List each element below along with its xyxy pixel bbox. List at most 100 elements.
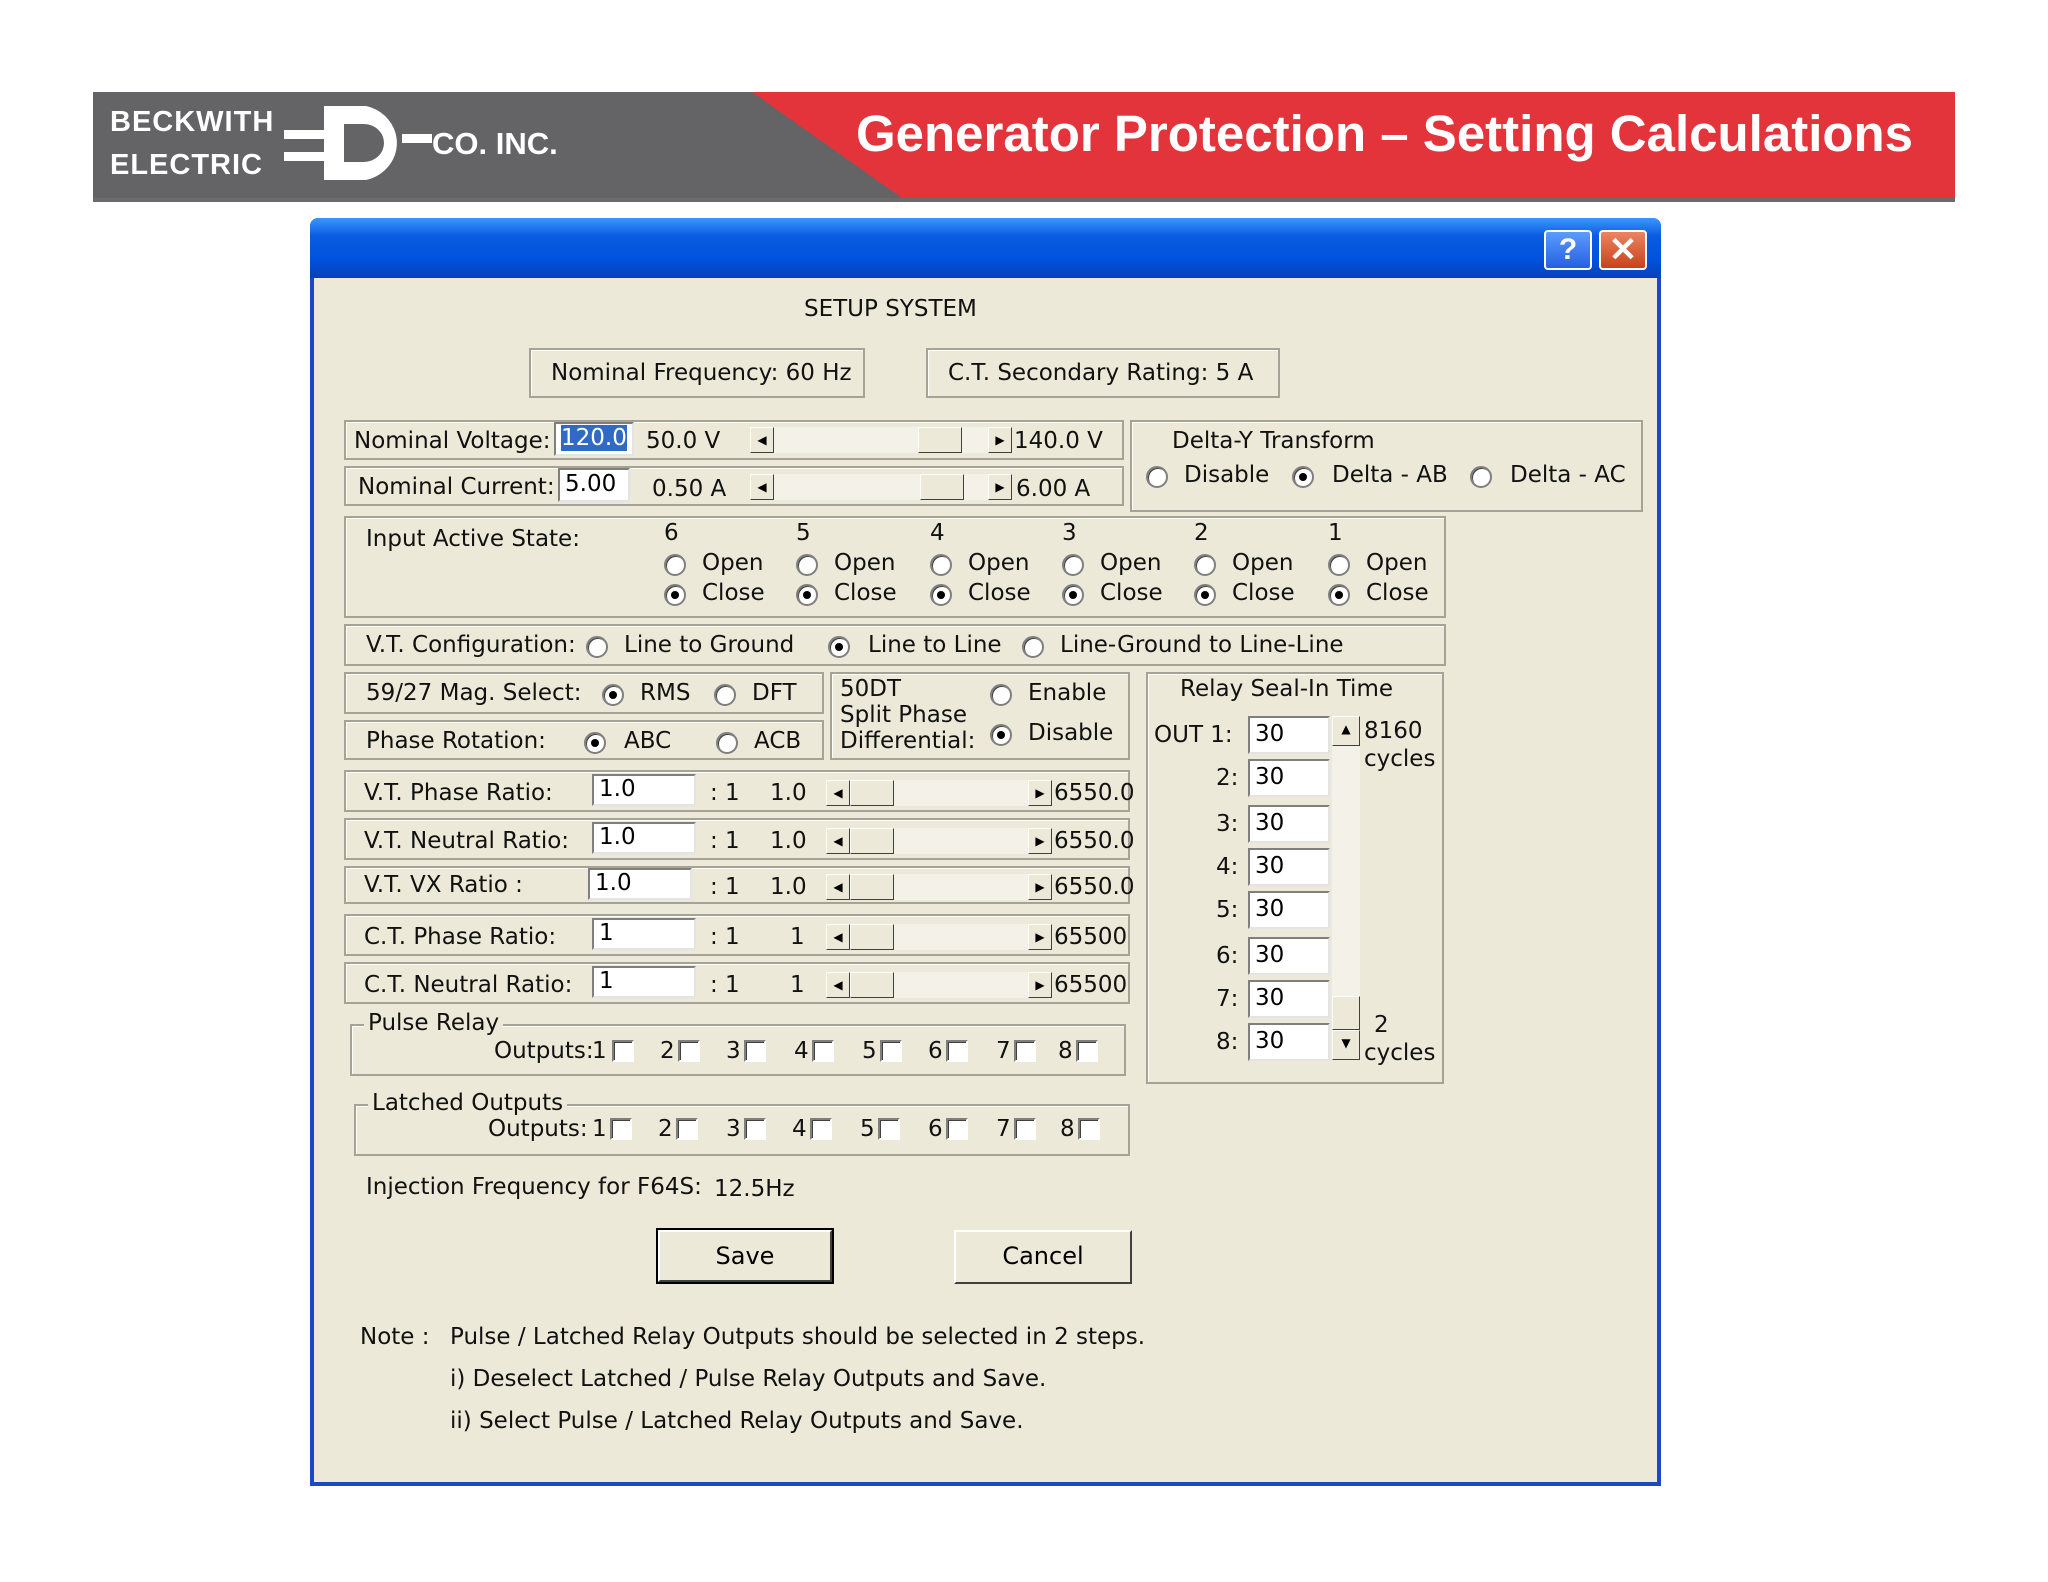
scroll-left-icon[interactable]: ◀ (826, 924, 850, 950)
scroll-right-icon[interactable]: ▶ (1028, 924, 1052, 950)
phase-acb-radio[interactable] (716, 732, 738, 754)
input-3-close-radio[interactable] (1062, 584, 1084, 606)
latched-output-5-checkbox[interactable] (878, 1118, 900, 1140)
ct-phase-ratio-slider[interactable]: ◀ ▶ (826, 924, 1052, 950)
slider-thumb[interactable] (850, 780, 894, 806)
delta-y-disable-radio[interactable] (1146, 466, 1168, 488)
delta-y-transform-group: Delta-Y Transform Disable Delta - AB Del… (1130, 420, 1643, 512)
scroll-left-icon[interactable]: ◀ (826, 972, 850, 998)
pulse-output-3-checkbox[interactable] (744, 1040, 766, 1062)
pulse-output-7-checkbox[interactable] (1014, 1040, 1036, 1062)
latched-output-1-checkbox[interactable] (610, 1118, 632, 1140)
pulse-output-1-checkbox[interactable] (612, 1040, 634, 1062)
nominal-current-slider[interactable]: ◀ ▶ (750, 474, 1012, 500)
scroll-left-icon[interactable]: ◀ (826, 780, 850, 806)
nominal-current-input[interactable]: 5.00 (558, 468, 630, 502)
latched-output-3-checkbox[interactable] (744, 1118, 766, 1140)
save-button[interactable]: Save (656, 1228, 834, 1284)
scroll-left-icon[interactable]: ◀ (826, 828, 850, 854)
input-3-open-radio[interactable] (1062, 554, 1084, 576)
latched-output-8-checkbox[interactable] (1078, 1118, 1100, 1140)
pulse-output-6-checkbox[interactable] (946, 1040, 968, 1062)
pulse-output-4-checkbox[interactable] (812, 1040, 834, 1062)
slider-thumb[interactable] (850, 924, 894, 950)
latched-output-4-checkbox[interactable] (810, 1118, 832, 1140)
latched-output-2-checkbox[interactable] (676, 1118, 698, 1140)
phase-abc-radio[interactable] (584, 732, 606, 754)
ct-neutral-ratio-input[interactable]: 1 (592, 966, 696, 998)
seal-in-out7-input[interactable]: 30 (1248, 980, 1330, 1018)
seal-in-out1-label: OUT 1: (1154, 722, 1233, 748)
input-6-close-label: Close (702, 580, 765, 606)
pulse-output-8-checkbox[interactable] (1076, 1040, 1098, 1062)
scroll-right-icon[interactable]: ▶ (988, 474, 1012, 500)
seal-in-out8-input[interactable]: 30 (1248, 1023, 1330, 1061)
vt-line-ground-to-line-line-radio[interactable] (1022, 636, 1044, 658)
vt-line-to-line-radio[interactable] (828, 636, 850, 658)
vt-line-ground-to-line-line-label: Line-Ground to Line-Line (1060, 632, 1344, 658)
input-2-close-radio[interactable] (1194, 584, 1216, 606)
nominal-current-row: Nominal Current: 5.00 0.50 A ◀ ▶ 6.00 A (344, 466, 1124, 506)
vt-phase-ratio-slider[interactable]: ◀ ▶ (826, 780, 1052, 806)
input-5-open-radio[interactable] (796, 554, 818, 576)
ct-neutral-ratio-slider[interactable]: ◀ ▶ (826, 972, 1052, 998)
seal-in-out6-input[interactable]: 30 (1248, 937, 1330, 975)
vt-neutral-ratio-slider[interactable]: ◀ ▶ (826, 828, 1052, 854)
close-button[interactable]: ✕ (1599, 230, 1647, 270)
input-1-close-radio[interactable] (1328, 584, 1350, 606)
mag-dft-radio[interactable] (714, 684, 736, 706)
seal-in-scrollbar[interactable]: ▲ ▼ (1332, 716, 1360, 1060)
delta-y-ac-radio[interactable] (1470, 466, 1492, 488)
seal-in-out1-input[interactable]: 30 (1248, 716, 1330, 754)
input-6-close-radio[interactable] (664, 584, 686, 606)
nominal-voltage-slider[interactable]: ◀ ▶ (750, 427, 1012, 453)
vt-vx-ratio-input[interactable]: 1.0 (588, 868, 692, 900)
seal-in-out3-input[interactable]: 30 (1248, 805, 1330, 843)
pulse-output-2-checkbox[interactable] (678, 1040, 700, 1062)
vt-phase-ratio-input[interactable]: 1.0 (592, 774, 696, 806)
delta-y-ab-radio[interactable] (1292, 466, 1314, 488)
scroll-left-icon[interactable]: ◀ (750, 474, 774, 500)
ct-phase-ratio-input[interactable]: 1 (592, 918, 696, 950)
input-4-close-radio[interactable] (930, 584, 952, 606)
pulse-output-5-checkbox[interactable] (880, 1040, 902, 1062)
scroll-up-icon[interactable]: ▲ (1332, 716, 1360, 746)
scroll-right-icon[interactable]: ▶ (1028, 780, 1052, 806)
vt-vx-ratio-slider[interactable]: ◀ ▶ (826, 874, 1052, 900)
vt-neutral-ratio-input[interactable]: 1.0 (592, 822, 696, 854)
slider-thumb[interactable] (850, 874, 894, 900)
slider-thumb[interactable] (850, 828, 894, 854)
scrollbar-thumb[interactable] (1332, 996, 1360, 1030)
split-phase-disable-radio[interactable] (990, 724, 1012, 746)
scroll-right-icon[interactable]: ▶ (1028, 972, 1052, 998)
input-1-open-radio[interactable] (1328, 554, 1350, 576)
latched-output-6-checkbox[interactable] (946, 1118, 968, 1140)
input-2-open-radio[interactable] (1194, 554, 1216, 576)
slider-thumb[interactable] (920, 474, 964, 500)
scroll-left-icon[interactable]: ◀ (750, 427, 774, 453)
help-button[interactable]: ? (1544, 230, 1592, 270)
nominal-voltage-input[interactable]: 120.0 (554, 422, 634, 456)
seal-in-min-unit: cycles (1364, 1040, 1436, 1066)
latched-output-7-checkbox[interactable] (1014, 1118, 1036, 1140)
scroll-right-icon[interactable]: ▶ (1028, 828, 1052, 854)
slider-thumb[interactable] (918, 427, 962, 453)
input-6-open-radio[interactable] (664, 554, 686, 576)
injection-frequency-label: Injection Frequency for F64S: (366, 1174, 702, 1200)
split-phase-enable-radio[interactable] (990, 684, 1012, 706)
input-4-open-radio[interactable] (930, 554, 952, 576)
input-5-close-radio[interactable] (796, 584, 818, 606)
seal-in-out2-input[interactable]: 30 (1248, 759, 1330, 797)
cancel-button[interactable]: Cancel (954, 1230, 1132, 1284)
seal-in-max-label: 8160 (1364, 718, 1423, 744)
slider-thumb[interactable] (850, 972, 894, 998)
seal-in-out5-input[interactable]: 30 (1248, 891, 1330, 929)
dialog-titlebar[interactable]: ? ✕ (310, 218, 1661, 278)
vt-line-to-ground-radio[interactable] (586, 636, 608, 658)
mag-rms-radio[interactable] (602, 684, 624, 706)
scroll-right-icon[interactable]: ▶ (1028, 874, 1052, 900)
scroll-down-icon[interactable]: ▼ (1332, 1030, 1360, 1060)
seal-in-out4-input[interactable]: 30 (1248, 848, 1330, 886)
scroll-left-icon[interactable]: ◀ (826, 874, 850, 900)
scroll-right-icon[interactable]: ▶ (988, 427, 1012, 453)
